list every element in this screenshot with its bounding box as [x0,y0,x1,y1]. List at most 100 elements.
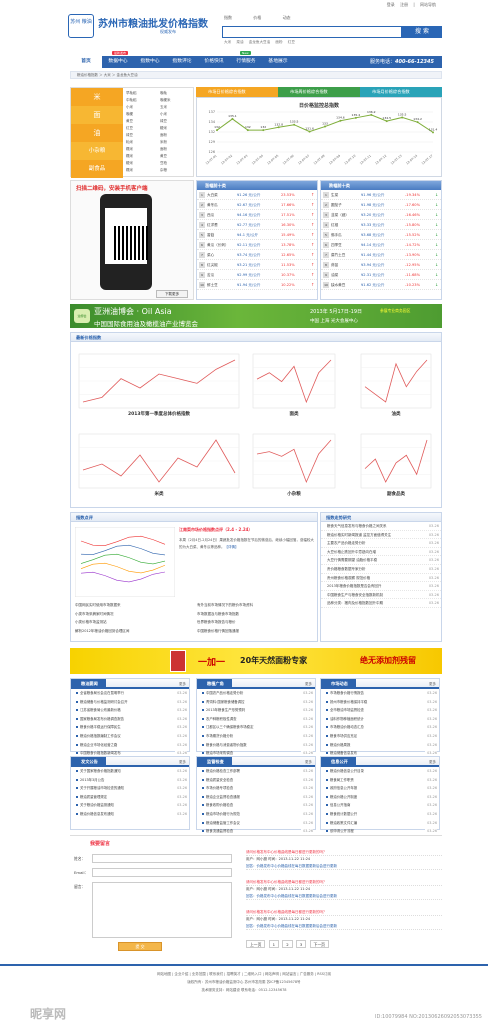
research-title[interactable]: 贵州粮食价格观察 规范价格 [327,576,370,580]
data-point[interactable] [216,129,218,132]
search-tab-price[interactable]: 价格 [253,15,261,20]
item-name[interactable]: 圆茄子 [331,200,342,210]
research-row[interactable]: 主要农产品价格走势分析 03-26 [321,539,441,548]
nav-price-news[interactable]: 价格快讯 [198,56,230,68]
comment-headline[interactable]: 江南菜市场价格指数点评（2.4 - 2.24） [179,527,252,533]
pager-page[interactable]: 3 [295,940,307,948]
site-nav-link[interactable]: 网站导航 [420,2,436,7]
news-row[interactable]: 粮油企业监督检查通报 03-26 [197,792,315,802]
news-row[interactable]: 市场期货价格分析 03-26 [197,731,315,741]
data-point[interactable] [432,131,434,134]
research-row[interactable]: 贵州粮食价格观察 规范价格 03-26 [321,574,441,583]
search-button[interactable]: 搜 索 [402,26,442,38]
research-title[interactable]: 品种分类：猪肉及价格指数回升中期 [327,601,383,605]
item-name[interactable]: 韭菜（细） [331,210,349,220]
research-title[interactable]: 2013年粮食价格指数是否会有回升 [327,584,381,588]
rank1-row[interactable]: 4 红洋葱 ¥2.77 元/公斤 16.30% ↑ [197,220,317,230]
hot-word[interactable]: 面粉 [275,40,282,44]
flour-ad-banner[interactable]: 一加一 20年天然面粉专家 绝无添加剂残留 [70,648,442,674]
data-point[interactable] [246,129,249,132]
comment-link[interactable]: 中国粮食价格行情回落通报 [197,627,315,636]
news-row[interactable]: 油料作物种植面积统计 03-26 [321,714,439,724]
research-row[interactable]: 品种分类：猪肉及价格指数回升中期 03-26 [321,599,441,608]
comment-link[interactable]: 解析2012年粮油价格回到合理区间 [75,627,193,636]
comment-link[interactable]: 小类市场采摘家时间情况 [75,610,193,619]
cat-item[interactable]: 中籼稻 [126,97,160,104]
data-point[interactable] [293,123,296,126]
news-title[interactable]: 粮油企业监督检查通报 [206,795,240,799]
news-row[interactable]: 关于粮油价格监测通知 03-26 [71,801,189,810]
more-link[interactable]: 更多 [305,679,312,689]
news-title[interactable]: 市场价格专项检查 [206,786,233,790]
rank2-row[interactable]: 7 腐竹土豆 ¥1.44 元/公斤 -13.90% ↓ [321,250,441,260]
hot-word[interactable]: 金龙鱼大豆油 [249,40,271,44]
hot-word[interactable]: 大米 [224,40,231,44]
pager-prev[interactable]: 上一页 [246,940,266,948]
cat-item[interactable]: 红豆 [126,125,160,132]
cat-item[interactable]: 黄豆 [126,118,160,125]
nav-home[interactable]: 首页 [70,56,102,68]
item-name[interactable]: 蒜苗 [331,260,338,270]
tab-monthly[interactable]: 市场月价格综合指数 [360,87,442,97]
nav-market-service[interactable]: 行情服务 [230,56,262,68]
item-name[interactable]: 大白菜 [207,190,218,200]
cat-item[interactable]: 晚籼 [160,90,194,97]
item-name[interactable]: 佛手瓜 [331,230,342,240]
rank1-row[interactable]: 7 菜心 ¥3.74 元/公斤 12.65% ↑ [197,250,317,260]
cat-item[interactable]: 米粉 [160,139,194,146]
news-title[interactable]: 粮油市场价格行为规范 [206,812,240,816]
news-title[interactable]: 粮食收购价格检查 [206,803,233,807]
research-title[interactable]: 中国粮食生产与粮食安全指数新机制 [327,593,383,597]
comment-link[interactable]: 有外当前市场情况下的粮价市场资料 [197,601,315,610]
name-input[interactable] [92,854,232,863]
email-input[interactable] [92,868,232,877]
nav-index-center[interactable]: 指数中心 [134,56,166,68]
news-row[interactable]: 信息公开指南 03-26 [321,801,439,810]
cat-item[interactable]: 粳米 [126,160,160,167]
cat-rice[interactable]: 米 [71,88,123,106]
news-title[interactable]: 全省粮食局长会议在昆明举行 [80,691,124,695]
news-row[interactable]: 2013年3月公告 03-26 [71,775,189,785]
news-row[interactable]: 粮油价格周报 03-26 [321,740,439,750]
news-title[interactable]: 国家粮食局发布价格调查报告 [80,717,124,721]
research-title[interactable]: 大豆行情需要期望 油脂价格平稳 [327,558,377,562]
cat-item[interactable]: 粳米 [160,125,194,132]
item-name[interactable]: 西瓜 [207,210,214,220]
news-title[interactable]: 农户种粮积极性调查 [206,717,237,721]
cat-item[interactable]: 面粉 [160,146,194,153]
news-title[interactable]: 粮油价格信息发布通知 [80,812,114,816]
cat-item[interactable]: 糯米 [126,167,160,174]
rank2-row[interactable]: 6 四季豆 ¥4.14 元/公斤 -14.72% ↓ [321,240,441,250]
news-title[interactable]: 2013年3月公告 [80,778,104,782]
news-title[interactable]: 全市粮油市场监督检查 [330,708,364,712]
news-title[interactable]: 粮油价格公开制度 [330,795,357,799]
news-title[interactable]: 粮油企业市场化经营之路 [80,743,117,747]
news-title[interactable]: 粮食局工作职责 [330,778,354,782]
news-title[interactable]: 粮油储备与价格监测研讨会召开 [80,700,127,704]
news-title[interactable]: 粮油储备信息发布 [330,751,357,755]
news-row[interactable]: 粮油市场价格行为规范 03-26 [197,809,315,819]
item-name[interactable]: 黄瓜（长刺） [207,240,229,250]
cat-item[interactable]: 小米 [126,104,160,111]
research-row[interactable]: 粮食天气信息发布与粮食价格之间关系 03-26 [321,522,441,531]
news-row[interactable]: 江都区以三个确保粮食市场稳定 03-26 [197,723,315,732]
news-title[interactable]: 粮油价格信息公开目录 [330,769,364,773]
research-title[interactable]: 主要农产品价格走势分析 [327,541,366,545]
news-title[interactable]: 粮油市场采购调查 [206,751,233,755]
cat-item[interactable]: 杂粮 [160,167,194,174]
data-point[interactable] [231,117,234,120]
news-title[interactable]: 粮食市场供应充足 [330,734,357,738]
research-row[interactable]: 大豆价格止跌回升中意趋向在增 03-26 [321,548,441,557]
cat-item[interactable]: 小米 [160,111,194,118]
cat-item[interactable]: 糯米 [126,146,160,153]
submit-button[interactable]: 提 交 [118,942,162,951]
comment-link[interactable]: 世界粮食市场报告与粮价 [197,618,315,627]
news-title[interactable]: 粮油储备监管工作会议 [206,821,240,825]
comment-more[interactable]: 【详情】 [225,545,239,549]
data-point[interactable] [354,116,357,119]
more-link[interactable]: 更多 [179,679,186,689]
rank1-row[interactable]: 8 红尖椒 ¥3.21 元/公斤 11.53% ↑ [197,260,317,270]
item-name[interactable]: 菜心 [207,250,214,260]
news-row[interactable]: 国家粮食局发布价格调查报告 03-26 [71,714,189,724]
item-name[interactable]: 鲜土豆 [207,280,218,290]
